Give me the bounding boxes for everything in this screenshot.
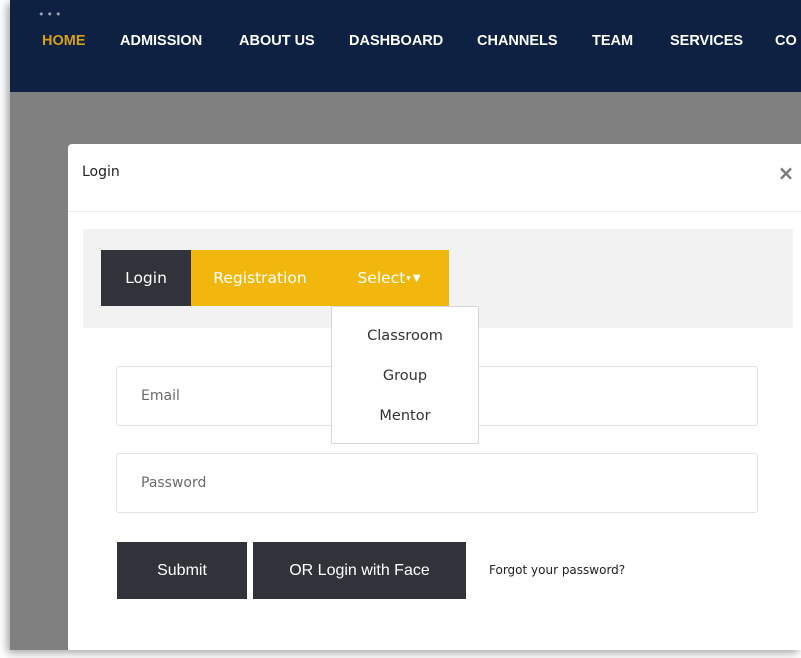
select-dropdown-menu: Classroom Group Mentor <box>331 306 479 444</box>
nav-item-team[interactable]: TEAM <box>592 33 633 49</box>
modal-title: Login <box>82 164 120 180</box>
close-icon[interactable]: × <box>776 162 796 184</box>
top-navbar: ••• HOME ADMISSION ABOUT US DASHBOARD CH… <box>10 0 801 92</box>
tab-select-label: Select <box>357 269 406 287</box>
nav-item-admission[interactable]: ADMISSION <box>120 33 202 49</box>
tab-login[interactable]: Login <box>101 250 191 306</box>
tab-registration[interactable]: Registration <box>191 250 329 306</box>
tab-login-label: Login <box>125 269 167 287</box>
login-modal: Login × Login Registration Select▾ ▼ Clas… <box>68 144 801 650</box>
password-field[interactable] <box>116 453 758 513</box>
nav-item-contact[interactable]: CO <box>775 33 797 49</box>
nav-menu: HOME ADMISSION ABOUT US DASHBOARD CHANNE… <box>10 33 801 53</box>
nav-item-about-us[interactable]: ABOUT US <box>239 33 315 49</box>
forgot-password-link[interactable]: Forgot your password? <box>489 563 625 577</box>
dropdown-item-mentor[interactable]: Mentor <box>332 408 478 424</box>
login-with-face-button[interactable]: OR Login with Face <box>253 542 466 599</box>
modal-header: Login × <box>68 144 801 212</box>
nav-item-dashboard[interactable]: DASHBOARD <box>349 33 443 49</box>
nav-item-services[interactable]: SERVICES <box>670 33 743 49</box>
dropdown-item-classroom[interactable]: Classroom <box>332 328 478 344</box>
nav-item-home[interactable]: HOME <box>42 33 86 49</box>
nav-item-channels[interactable]: CHANNELS <box>477 33 558 49</box>
tab-registration-label: Registration <box>213 269 307 287</box>
more-dots-icon[interactable]: ••• <box>38 9 63 20</box>
tab-select-dropdown[interactable]: Select▾ ▼ <box>329 250 449 306</box>
caret-small-icon: ▾ <box>406 274 411 284</box>
app-window: ••• HOME ADMISSION ABOUT US DASHBOARD CH… <box>10 0 801 650</box>
dropdown-item-group[interactable]: Group <box>332 368 478 384</box>
chevron-down-icon: ▼ <box>412 273 421 284</box>
submit-button[interactable]: Submit <box>117 542 247 599</box>
